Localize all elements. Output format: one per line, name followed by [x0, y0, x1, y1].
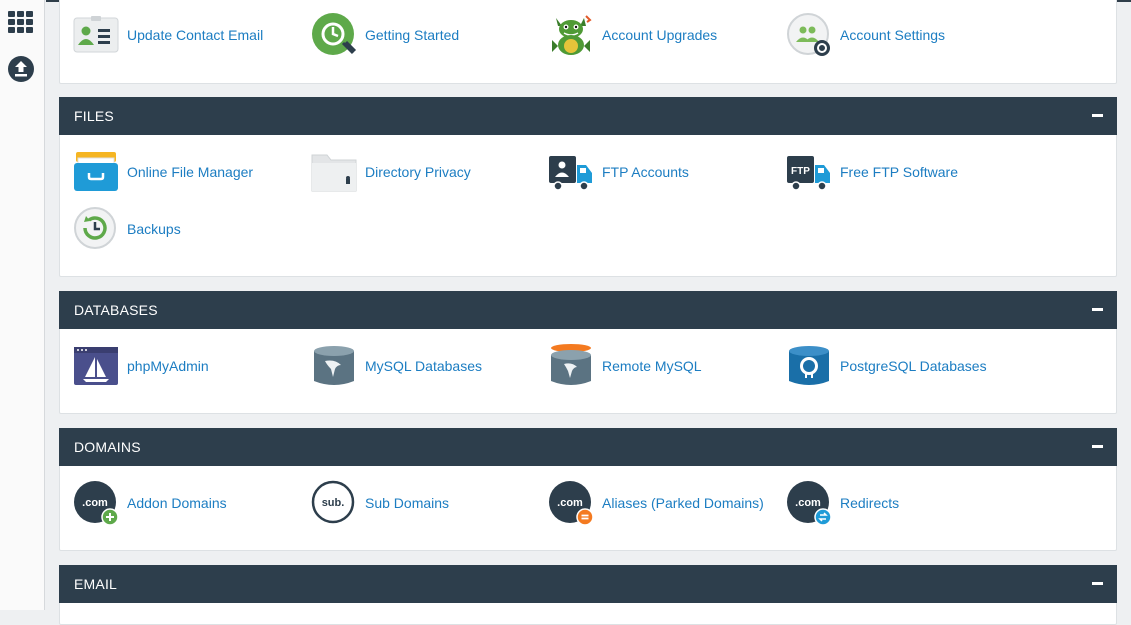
- getting-started-icon: [312, 13, 357, 55]
- getting-started-item[interactable]: Getting Started: [311, 12, 459, 58]
- update-contact-email-item[interactable]: Update Contact Email: [73, 12, 263, 58]
- backup-clock-icon: [74, 207, 116, 249]
- locked-folder-icon: [311, 154, 357, 192]
- email-header[interactable]: EMAIL: [59, 565, 1117, 603]
- redirects-item[interactable]: .com Redirects: [786, 480, 899, 526]
- apps-grid-icon[interactable]: [7, 8, 35, 36]
- ftp-truck-icon: FTP: [787, 156, 830, 191]
- mysql-database-icon: [314, 346, 354, 385]
- domains-header[interactable]: DOMAINS: [59, 428, 1117, 466]
- backups-label: Backups: [127, 221, 181, 237]
- getting-started-label: Getting Started: [365, 27, 460, 43]
- account-upgrades-label: Account Upgrades: [602, 27, 718, 43]
- collapse-email-icon[interactable]: [1092, 582, 1103, 585]
- mysql-databases-label: MySQL Databases: [365, 358, 482, 374]
- files-title: FILES: [74, 108, 114, 124]
- collapse-domains-icon[interactable]: [1092, 445, 1103, 448]
- dotcom-redirect-icon: .com: [787, 481, 832, 526]
- account-settings-label: Account Settings: [840, 27, 946, 43]
- postgresql-icon: [789, 346, 829, 385]
- databases-header[interactable]: DATABASES: [59, 291, 1117, 329]
- postgresql-databases-item[interactable]: PostgreSQL Databases: [786, 343, 987, 389]
- aliases-item[interactable]: .com Aliases (Parked Domains): [548, 480, 764, 526]
- dotcom-alias-icon: .com: [549, 481, 594, 526]
- addon-domains-item[interactable]: .com Addon Domains: [73, 480, 227, 526]
- free-ftp-software-label: Free FTP Software: [840, 164, 959, 180]
- email-title: EMAIL: [74, 576, 118, 592]
- remote-mysql-icon: [551, 344, 591, 385]
- free-ftp-software-item[interactable]: FTP Free FTP Software: [786, 149, 958, 195]
- databases-title: DATABASES: [74, 302, 158, 318]
- remote-mysql-label: Remote MySQL: [602, 358, 702, 374]
- directory-privacy-item[interactable]: Directory Privacy: [311, 149, 471, 195]
- aliases-label: Aliases (Parked Domains): [602, 495, 764, 511]
- account-upgrades-item[interactable]: Account Upgrades: [548, 12, 717, 58]
- ftp-accounts-label: FTP Accounts: [602, 164, 689, 180]
- left-sidebar: [0, 0, 45, 610]
- collapse-databases-icon[interactable]: [1092, 308, 1103, 311]
- sub-domains-badge: sub.: [322, 497, 345, 509]
- phpmyadmin-label: phpMyAdmin: [127, 358, 209, 374]
- phpmyadmin-icon: [74, 347, 118, 385]
- contact-card-icon: [73, 16, 119, 53]
- files-header[interactable]: FILES: [59, 97, 1117, 135]
- upload-icon[interactable]: [7, 55, 35, 83]
- ftp-truck-user-icon: [549, 156, 592, 191]
- addon-domains-label: Addon Domains: [127, 495, 227, 511]
- ftp-accounts-item[interactable]: FTP Accounts: [548, 149, 689, 195]
- file-box-icon: [74, 152, 118, 191]
- redirects-label: Redirects: [840, 495, 900, 511]
- online-file-manager-item[interactable]: Online File Manager: [73, 149, 253, 195]
- update-contact-email-label: Update Contact Email: [127, 27, 264, 43]
- redirects-badge: .com: [795, 497, 821, 509]
- svg-text:FTP: FTP: [791, 166, 810, 177]
- domains-title: DOMAINS: [74, 439, 141, 455]
- dragon-mascot-icon: [552, 15, 592, 55]
- dotcom-add-icon: .com: [74, 481, 119, 526]
- mysql-databases-item[interactable]: MySQL Databases: [311, 343, 482, 389]
- addon-domains-badge: .com: [82, 497, 108, 509]
- postgresql-databases-label: PostgreSQL Databases: [840, 358, 987, 374]
- account-settings-item[interactable]: Account Settings: [786, 12, 945, 58]
- sub-domains-item[interactable]: sub. Sub Domains: [311, 480, 449, 526]
- online-file-manager-label: Online File Manager: [127, 164, 254, 180]
- account-settings-icon: [787, 13, 830, 56]
- subdomain-icon: sub.: [311, 480, 355, 524]
- phpmyadmin-item[interactable]: phpMyAdmin: [73, 343, 209, 389]
- aliases-badge: .com: [557, 497, 583, 509]
- main-content: Update Contact Email Getting Started Acc…: [46, 0, 1131, 625]
- sub-domains-label: Sub Domains: [365, 495, 450, 511]
- directory-privacy-label: Directory Privacy: [365, 164, 471, 180]
- backups-item[interactable]: Backups: [73, 206, 181, 252]
- collapse-files-icon[interactable]: [1092, 114, 1103, 117]
- remote-mysql-item[interactable]: Remote MySQL: [548, 343, 702, 389]
